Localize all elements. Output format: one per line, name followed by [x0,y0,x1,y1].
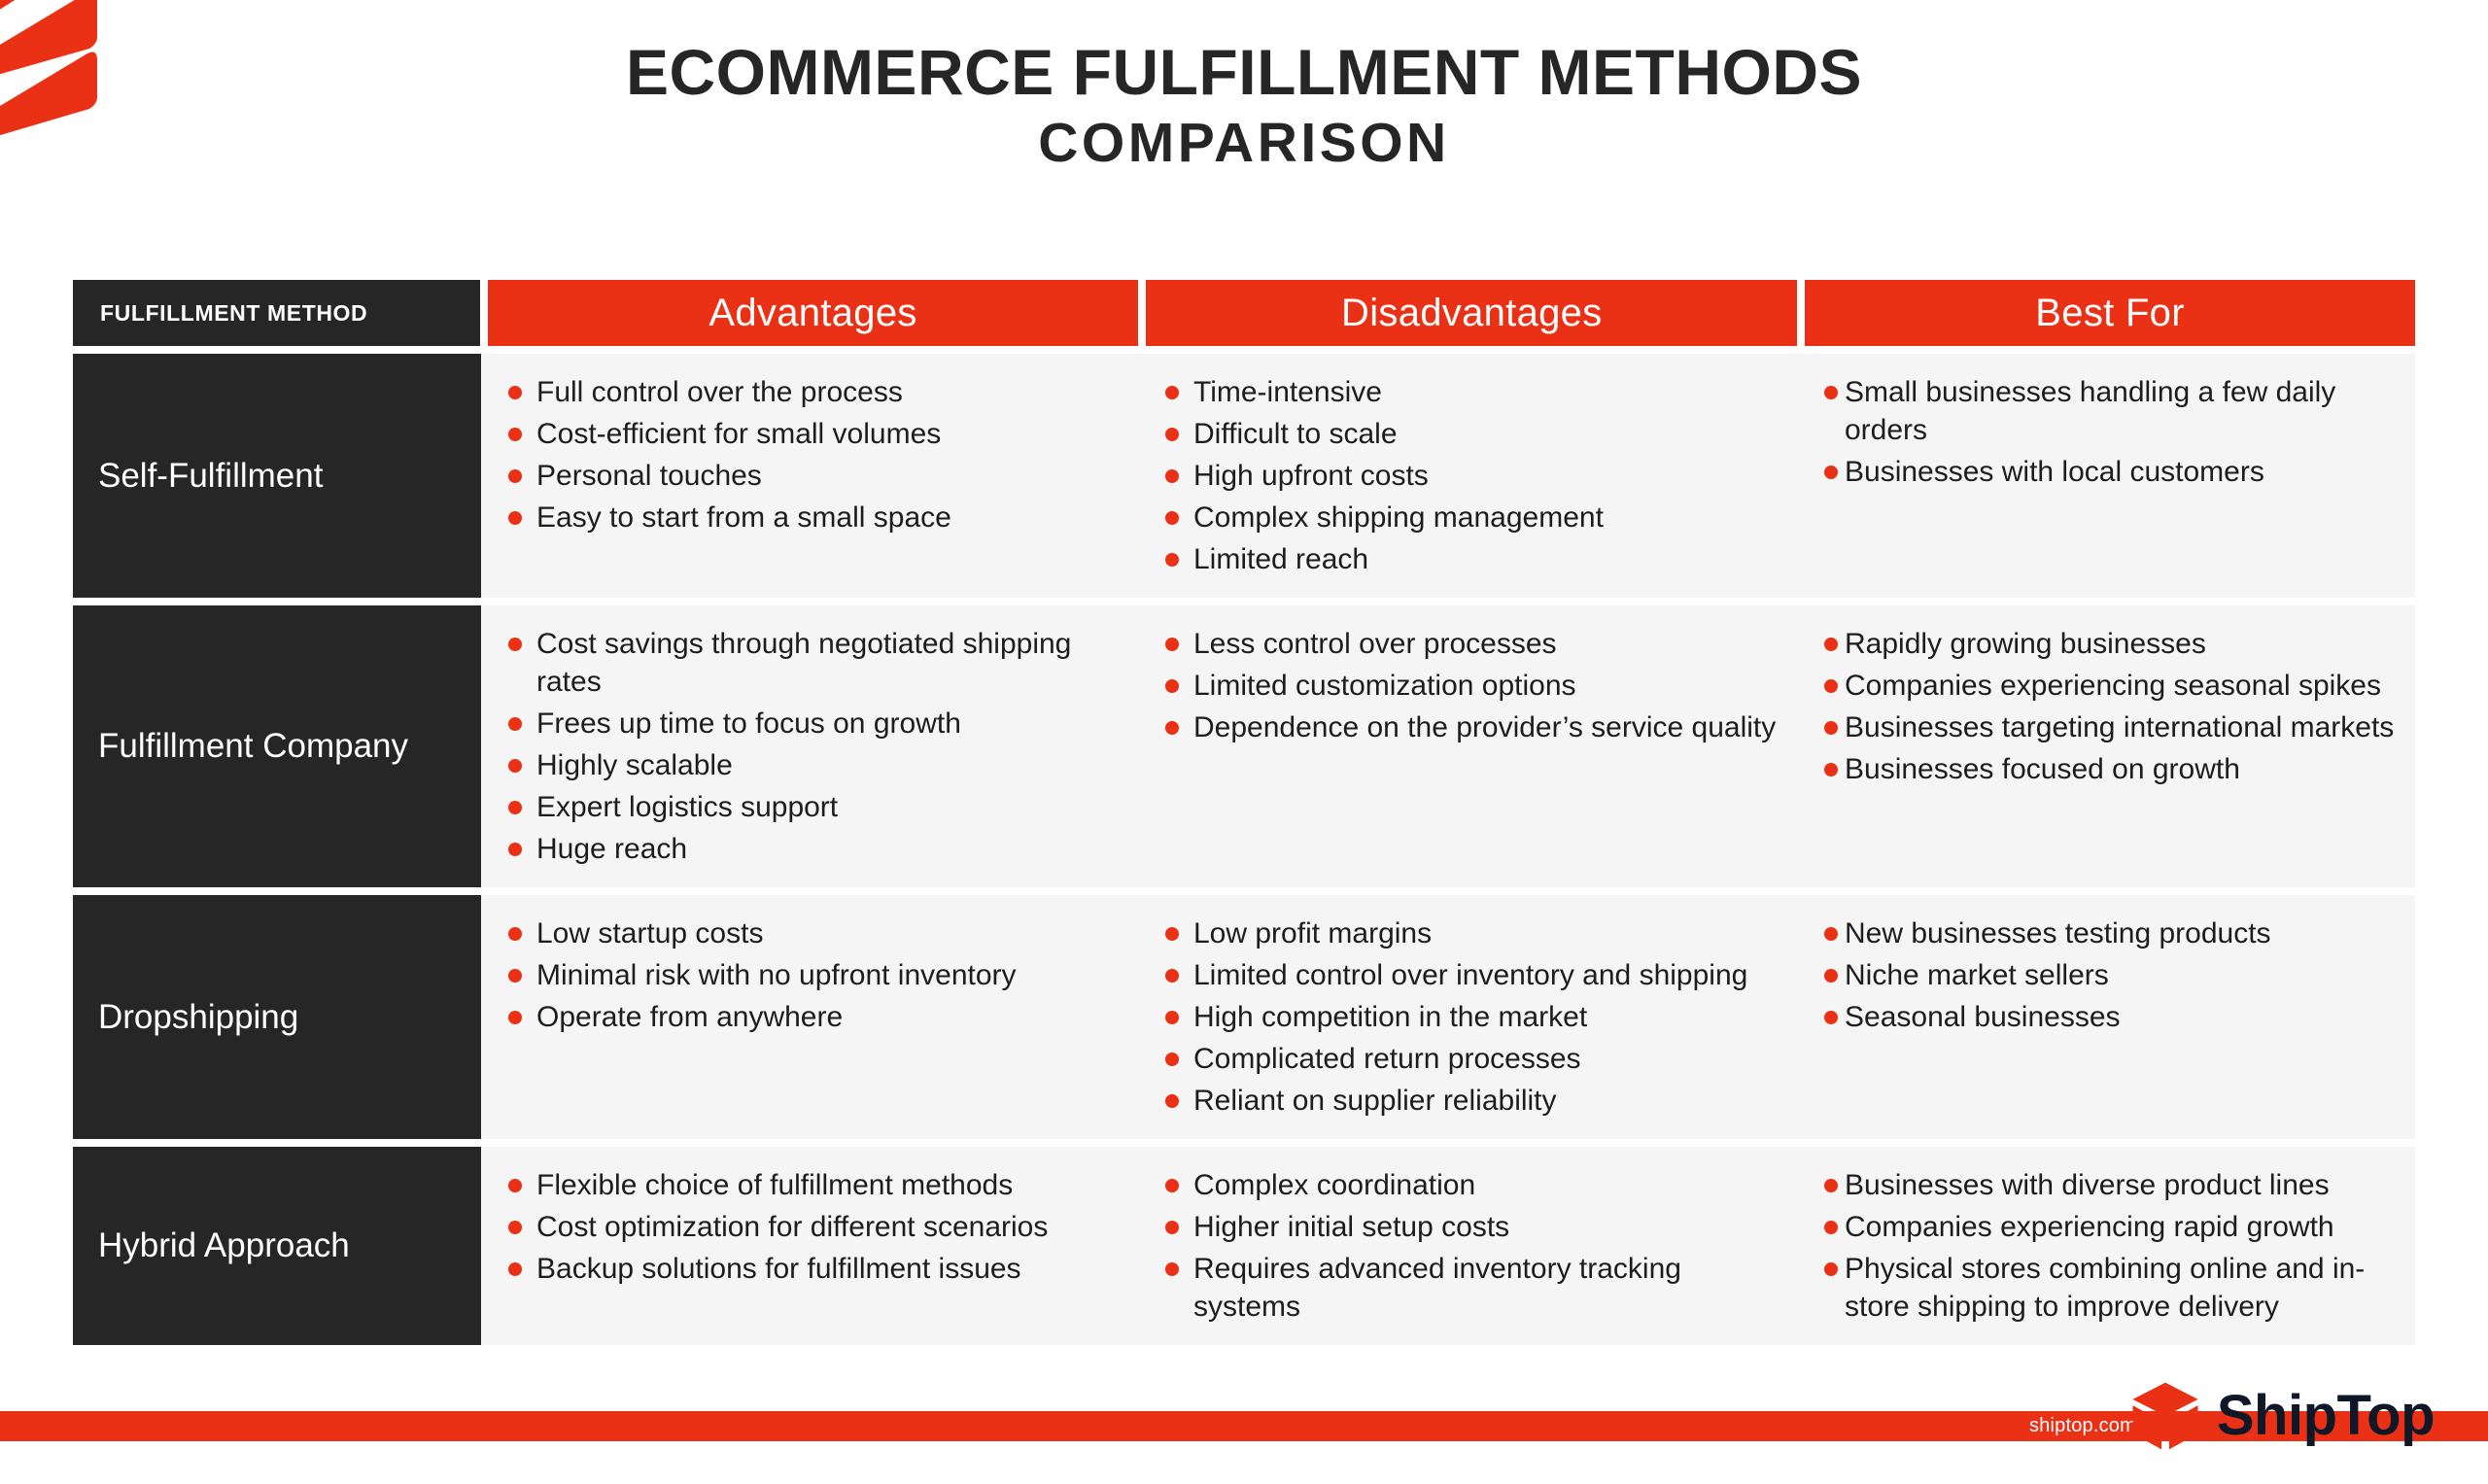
bullet-item: Limited reach [1165,540,1789,578]
cell-fulfillment-method: Dropshipping [73,895,481,1139]
bullet-item: Reliant on supplier reliability [1165,1082,1789,1120]
table-row: Self-Fulfillment Full control over the pr… [73,354,2415,598]
method-label: Fulfillment Company [98,727,408,766]
bullet-item: Frees up time to focus on growth [508,705,1128,742]
bullet-item: Physical stores combining online and in-… [1824,1250,2403,1326]
bullet-item: Operate from anywhere [508,998,1128,1036]
infographic-page: ECOMMERCE FULFILLMENT METHODS COMPARISON… [0,0,2488,1484]
bullet-item: Huge reach [508,830,1128,868]
bullet-item: Limited customization options [1165,667,1789,705]
footer-url: shiptop.com [2028,1415,2136,1436]
table-row: Fulfillment Company Cost savings through … [73,605,2415,887]
bullet-item: Low profit margins [1165,915,1789,952]
header-best-for: Best For [1805,280,2416,346]
header-advantages-label: Advantages [708,291,917,334]
comparison-table: FULFILLMENT METHOD Advantages Disadvanta… [73,280,2416,1345]
brand-name: ShipTop [2216,1384,2436,1447]
page-title: ECOMMERCE FULFILLMENT METHODS COMPARISON [0,36,2488,175]
bullet-item: Complex coordination [1165,1166,1789,1204]
bullet-item: Cost optimization for different scenario… [508,1208,1128,1246]
cell-best-for: Small businesses handling a few daily or… [1803,354,2415,598]
bullet-item: Minimal risk with no upfront inventory [508,956,1128,994]
shiptop-box-icon [2132,1382,2198,1450]
cell-fulfillment-method: Hybrid Approach [73,1147,481,1345]
header-advantages: Advantages [487,280,1139,346]
bullet-item: Higher initial setup costs [1165,1208,1789,1246]
bullet-list: Low profit margins Limited control over i… [1165,915,1789,1120]
bullet-item: High upfront costs [1165,457,1789,495]
bullet-item: Backup solutions for fulfillment issues [508,1250,1128,1288]
cell-advantages: Flexible choice of fulfillment methods Co… [481,1147,1142,1345]
cell-disadvantages: Time-intensive Difficult to scale High upf… [1142,354,1803,598]
footer-brand: ShipTop [2127,1378,2436,1454]
bullet-list: Cost savings through negotiated shipping… [508,625,1128,868]
cell-disadvantages: Less control over processes Limited custo… [1142,605,1803,887]
bullet-list: Flexible choice of fulfillment methods Co… [508,1166,1128,1288]
cell-advantages: Full control over the process Cost-effici… [481,354,1142,598]
method-label: Dropshipping [98,997,299,1036]
table-row: Dropshipping Low startup costs Minimal ris… [73,895,2415,1139]
table-row: Hybrid Approach Flexible choice of fulfil… [73,1147,2415,1345]
cell-best-for: Rapidly growing businesses Companies expe… [1803,605,2415,887]
bullet-item: Rapidly growing businesses [1824,625,2403,663]
bullet-item: High competition in the market [1165,998,1789,1036]
bullet-list: Less control over processes Limited custo… [1165,625,1789,746]
bullet-item: Companies experiencing seasonal spikes [1824,667,2403,705]
bullet-item: Difficult to scale [1165,415,1789,453]
bullet-item: Less control over processes [1165,625,1789,663]
bullet-list: Full control over the process Cost-effici… [508,373,1128,536]
bullet-item: Flexible choice of fulfillment methods [508,1166,1128,1204]
bullet-item: Personal touches [508,457,1128,495]
cell-best-for: New businesses testing products Niche mar… [1803,895,2415,1139]
bullet-item: Businesses with diverse product lines [1824,1166,2403,1204]
header-best-for-label: Best For [2035,291,2185,334]
header-disadvantages-label: Disadvantages [1341,291,1603,334]
table-header-row: FULFILLMENT METHOD Advantages Disadvanta… [73,280,2416,346]
bullet-item: Companies experiencing rapid growth [1824,1208,2403,1246]
bullet-item: Complex shipping management [1165,499,1789,536]
header-fulfillment-method: FULFILLMENT METHOD [73,280,480,346]
header-method-label: FULFILLMENT METHOD [100,299,368,326]
bullet-item: Niche market sellers [1824,956,2403,994]
bullet-item: Limited control over inventory and shipp… [1165,956,1789,994]
bullet-item: Businesses targeting international marke… [1824,708,2403,746]
bullet-list: Small businesses handling a few daily or… [1824,373,2403,491]
bullet-item: Small businesses handling a few daily or… [1824,373,2403,449]
bullet-item: Cost savings through negotiated shipping… [508,625,1128,701]
bullet-item: New businesses testing products [1824,915,2403,952]
bullet-item: Low startup costs [508,915,1128,952]
method-label: Self-Fulfillment [98,456,324,495]
bullet-list: Time-intensive Difficult to scale High upf… [1165,373,1789,578]
bullet-item: Highly scalable [508,746,1128,784]
bullet-list: Businesses with diverse product lines Com… [1824,1166,2403,1326]
table-body: Self-Fulfillment Full control over the pr… [73,354,2415,1345]
cell-fulfillment-method: Fulfillment Company [73,605,481,887]
bullet-item: Businesses focused on growth [1824,750,2403,788]
bullet-list: New businesses testing products Niche mar… [1824,915,2403,1036]
bullet-item: Time-intensive [1165,373,1789,411]
bullet-item: Requires advanced inventory tracking sys… [1165,1250,1789,1326]
bullet-item: Full control over the process [508,373,1128,411]
bullet-list: Complex coordination Higher initial setup… [1165,1166,1789,1326]
title-line-1: ECOMMERCE FULFILLMENT METHODS [625,36,1863,108]
bullet-list: Rapidly growing businesses Companies expe… [1824,625,2403,788]
title-line-2: COMPARISON [1038,111,1450,174]
cell-fulfillment-method: Self-Fulfillment [73,354,481,598]
cell-advantages: Low startup costs Minimal risk with no up… [481,895,1142,1139]
cell-best-for: Businesses with diverse product lines Com… [1803,1147,2415,1345]
cell-disadvantages: Complex coordination Higher initial setup… [1142,1147,1803,1345]
bullet-item: Easy to start from a small space [508,499,1128,536]
bullet-item: Expert logistics support [508,788,1128,826]
bullet-list: Low startup costs Minimal risk with no up… [508,915,1128,1036]
cell-disadvantages: Low profit margins Limited control over i… [1142,895,1803,1139]
method-label: Hybrid Approach [98,1226,350,1265]
bullet-item: Businesses with local customers [1824,453,2403,491]
header-disadvantages: Disadvantages [1146,280,1798,346]
bullet-item: Cost-efficient for small volumes [508,415,1128,453]
bullet-item: Complicated return processes [1165,1040,1789,1078]
cell-advantages: Cost savings through negotiated shipping… [481,605,1142,887]
bullet-item: Dependence on the provider’s service qua… [1165,708,1789,746]
bullet-item: Seasonal businesses [1824,998,2403,1036]
